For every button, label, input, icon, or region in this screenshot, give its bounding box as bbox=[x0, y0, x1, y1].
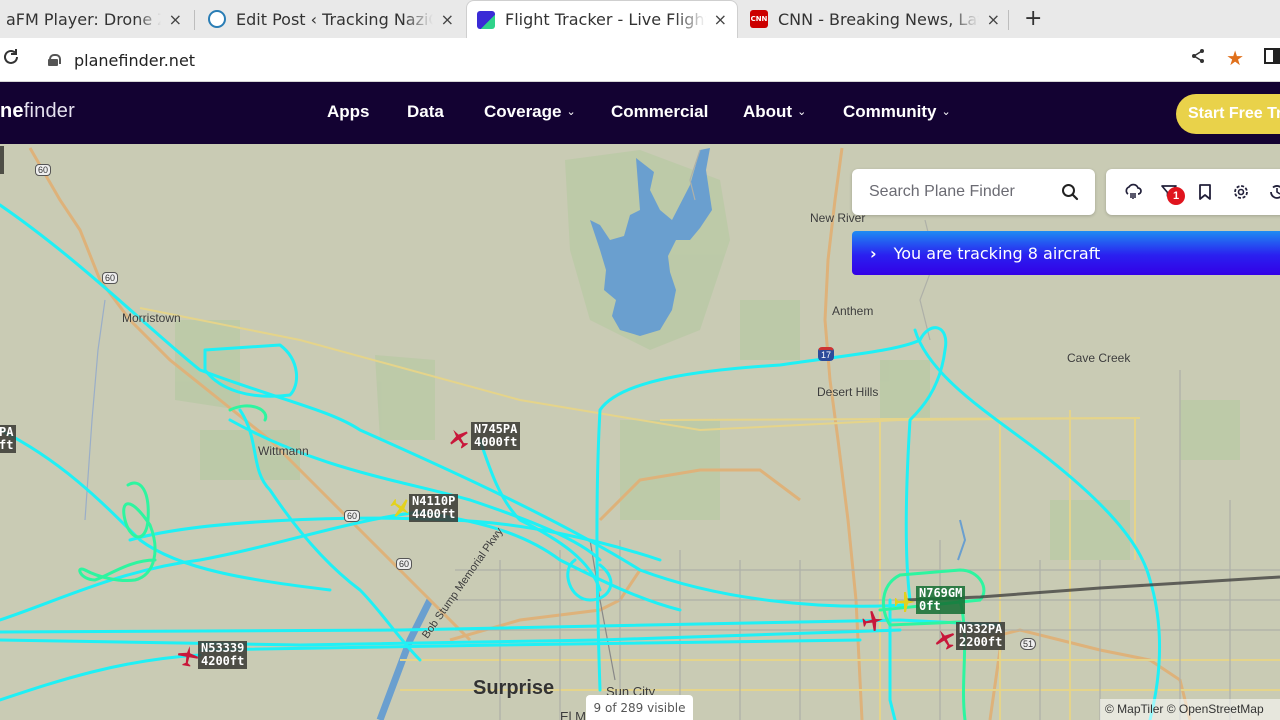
tab-flight-tracker[interactable]: Flight Tracker - Live Flight × bbox=[466, 0, 738, 38]
tab-radio-player[interactable]: aFM Player: Drone Zo × bbox=[0, 0, 192, 38]
altitude: 0ft bbox=[919, 599, 941, 613]
plane-icon bbox=[895, 592, 915, 612]
url-field[interactable]: planefinder.net bbox=[36, 43, 1256, 77]
map-toolbar bbox=[1106, 169, 1280, 215]
nav-label: Community bbox=[843, 102, 937, 121]
highway-shield: 60 bbox=[344, 510, 361, 522]
tab-title: Edit Post ‹ Tracking NaziG bbox=[236, 9, 433, 29]
weather-icon[interactable] bbox=[1124, 183, 1142, 201]
plane-icon bbox=[177, 646, 199, 667]
aircraft-label-n769gm[interactable]: N769GM 0ft bbox=[916, 586, 966, 614]
place-anthem: Anthem bbox=[832, 304, 874, 318]
chevron-down-icon: ⌄ bbox=[941, 106, 951, 118]
nav-label: Apps bbox=[327, 102, 370, 121]
chevron-down-icon: ⌄ bbox=[797, 106, 807, 118]
logo-light: finder bbox=[23, 100, 75, 122]
nav-apps[interactable]: Apps bbox=[327, 102, 370, 122]
nav-data[interactable]: Data bbox=[407, 102, 444, 122]
map-attribution[interactable]: © MapTiler © OpenStreetMap bbox=[1100, 699, 1280, 720]
altitude: 4200ft bbox=[201, 654, 245, 668]
flight-track bbox=[128, 516, 662, 562]
aircraft-label-n332pa[interactable]: N332PA 2200ft bbox=[956, 622, 1006, 650]
planefinder-logo[interactable]: nefinder bbox=[0, 100, 75, 123]
nav-about[interactable]: About ⌄ bbox=[743, 102, 806, 122]
filter-count-badge: 1 bbox=[1167, 187, 1185, 205]
aircraft-marker-n53339[interactable] bbox=[175, 643, 200, 668]
side-panel-icon[interactable] bbox=[1264, 47, 1280, 69]
flight-track bbox=[0, 203, 907, 608]
interstate-shield: 17 bbox=[818, 347, 835, 361]
aircraft-label-offscreen[interactable]: PA ft bbox=[0, 425, 17, 453]
place-desert-hills: Desert Hills bbox=[817, 385, 879, 399]
close-tab-icon[interactable]: × bbox=[169, 10, 182, 29]
nav-commercial[interactable]: Commercial bbox=[611, 102, 708, 122]
cnn-icon: CNN bbox=[750, 10, 768, 28]
tab-separator bbox=[194, 10, 195, 30]
highway-shield: 60 bbox=[396, 558, 413, 570]
nav-label: About bbox=[743, 102, 793, 121]
tab-separator bbox=[1008, 10, 1009, 30]
chevron-down-icon: ⌄ bbox=[566, 106, 576, 118]
share-icon[interactable] bbox=[1190, 48, 1206, 69]
place-cave-creek: Cave Creek bbox=[1067, 351, 1131, 365]
altitude: 4400ft bbox=[412, 507, 456, 521]
site-header: nefinder Apps Data Coverage ⌄ Commercial … bbox=[0, 82, 1280, 144]
address-bar-actions: ★ bbox=[1190, 46, 1280, 70]
tab-cnn[interactable]: CNN CNN - Breaking News, Lat × bbox=[740, 0, 1010, 38]
logo-bold: ne bbox=[0, 100, 24, 122]
settings-icon[interactable] bbox=[1232, 183, 1250, 201]
tab-title: Flight Tracker - Live Flight bbox=[505, 10, 706, 29]
altitude: 2200ft bbox=[959, 635, 1003, 649]
bookmark-icon[interactable] bbox=[1196, 183, 1214, 201]
tracking-banner[interactable]: › You are tracking 8 aircraft bbox=[852, 231, 1280, 275]
highway-shield: 60 bbox=[35, 164, 52, 176]
highway-shield: 60 bbox=[102, 272, 119, 284]
chevron-right-icon: › bbox=[870, 243, 877, 263]
close-tab-icon[interactable]: × bbox=[441, 10, 454, 29]
aircraft-marker-unlabeled[interactable] bbox=[860, 608, 885, 633]
plane-icon bbox=[862, 610, 883, 632]
wordpress-icon bbox=[208, 10, 226, 28]
flight-track bbox=[78, 481, 157, 582]
reload-icon[interactable] bbox=[2, 47, 20, 71]
altitude-fragment: ft bbox=[0, 438, 14, 452]
new-tab-button[interactable]: + bbox=[1024, 6, 1042, 31]
search-box bbox=[852, 169, 1095, 215]
flight-track bbox=[0, 510, 682, 622]
planefinder-icon bbox=[477, 10, 495, 29]
url-text: planefinder.net bbox=[74, 50, 196, 70]
visible-count: 9 of 289 visible bbox=[586, 695, 693, 720]
tab-edit-post[interactable]: Edit Post ‹ Tracking NaziG × bbox=[198, 0, 464, 38]
close-tab-icon[interactable]: × bbox=[987, 10, 1000, 29]
close-tab-icon[interactable]: × bbox=[714, 10, 727, 29]
aircraft-label-offscreen-top[interactable] bbox=[0, 146, 4, 174]
place-surprise: Surprise bbox=[473, 677, 555, 699]
aircraft-label-n4110p[interactable]: N4110P 4400ft bbox=[409, 494, 459, 522]
history-icon[interactable] bbox=[1268, 183, 1280, 201]
search-icon[interactable] bbox=[1061, 183, 1079, 205]
nav-label: Commercial bbox=[611, 102, 709, 121]
address-bar: planefinder.net ★ bbox=[0, 38, 1280, 82]
state-route-shield: 51 bbox=[1020, 638, 1037, 650]
tracking-text: You are tracking 8 aircraft bbox=[893, 243, 1101, 263]
nav-label: Coverage bbox=[484, 102, 562, 121]
altitude: 4000ft bbox=[474, 435, 518, 449]
tab-title: aFM Player: Drone Zo bbox=[6, 9, 161, 29]
place-morristown: Morristown bbox=[122, 311, 181, 325]
aircraft-label-n53339[interactable]: N53339 4200ft bbox=[198, 641, 248, 669]
search-input[interactable] bbox=[852, 169, 1052, 215]
aircraft-marker-n769gm[interactable] bbox=[894, 591, 916, 613]
bookmark-star-icon[interactable]: ★ bbox=[1226, 46, 1244, 70]
browser-tab-bar: aFM Player: Drone Zo × Edit Post ‹ Track… bbox=[0, 0, 1280, 38]
tab-title: CNN - Breaking News, Lat bbox=[778, 9, 979, 29]
lock-icon bbox=[48, 54, 61, 66]
nav-label: Data bbox=[407, 102, 444, 121]
nav-coverage[interactable]: Coverage ⌄ bbox=[484, 102, 576, 122]
nav-community[interactable]: Community ⌄ bbox=[843, 102, 951, 122]
flight-track bbox=[0, 653, 202, 702]
aircraft-label-n745pa[interactable]: N745PA 4000ft bbox=[471, 422, 521, 450]
place-wittmann: Wittmann bbox=[258, 444, 309, 458]
start-free-trial-button[interactable]: Start Free Tr bbox=[1176, 94, 1280, 134]
